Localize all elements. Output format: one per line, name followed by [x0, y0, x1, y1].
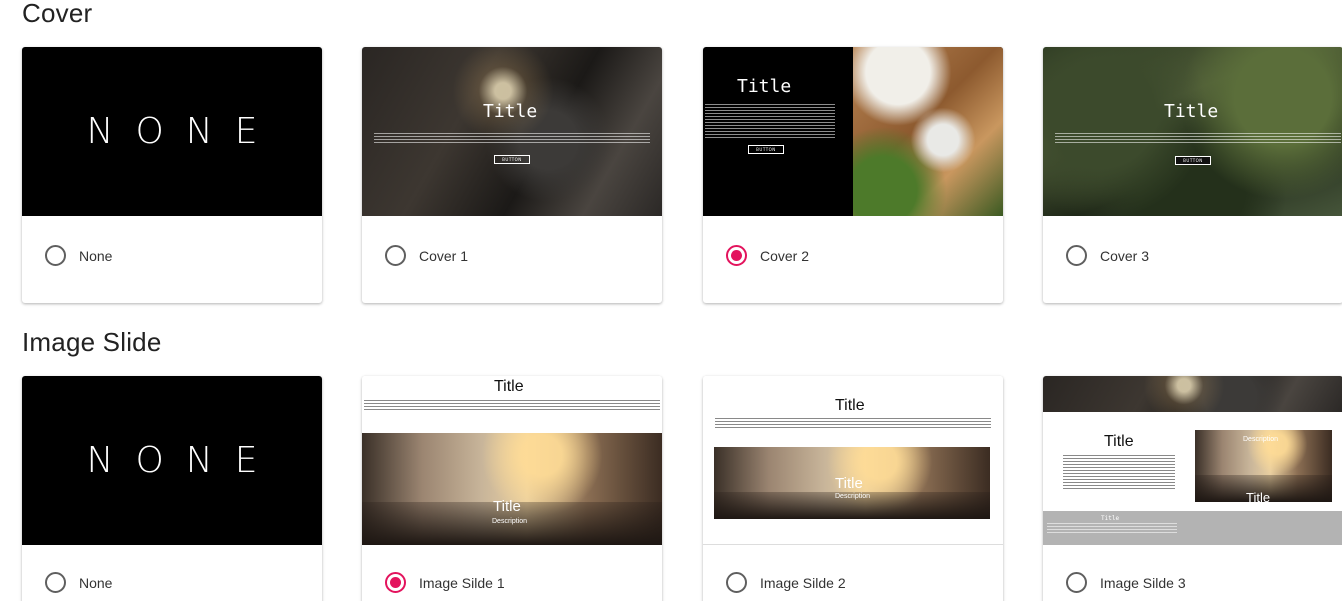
radio-button[interactable] [726, 245, 747, 266]
thumbnail-button: BUTTON [748, 145, 784, 154]
thumbnail-photo [853, 47, 1003, 216]
thumbnail-description: Description [492, 518, 528, 525]
thumbnail-button: BUTTON [494, 155, 530, 164]
thumbnail-description: Description [1243, 436, 1279, 443]
option-label: Cover 1 [419, 247, 469, 264]
radio-button[interactable] [1066, 245, 1087, 266]
thumbnail-title: Title [483, 101, 538, 122]
thumbnail: Title BUTTON [362, 47, 662, 216]
radio-button[interactable] [45, 572, 66, 593]
thumbnail-body-text [715, 418, 991, 429]
option-label: None [79, 247, 113, 264]
section-title-image-slide: Image Slide [22, 327, 162, 357]
radio-button[interactable] [1066, 572, 1087, 593]
radio-button[interactable] [385, 572, 406, 593]
radio-button[interactable] [726, 572, 747, 593]
thumbnail-footer-title: Title [1101, 515, 1120, 522]
thumbnail-title: Title [1164, 101, 1219, 122]
slide-option-none[interactable]: NONE None [22, 376, 322, 601]
thumbnail-inner-title: Title [493, 498, 521, 515]
thumbnail-photo [362, 433, 662, 545]
thumbnail-inner-title: Title [835, 475, 863, 492]
thumbnail-title: Title [494, 378, 524, 395]
cover-option-2[interactable]: Title BUTTON Cover 2 [703, 47, 1003, 303]
cover-option-3[interactable]: Title BUTTON Cover 3 [1043, 47, 1342, 303]
option-label: Image Silde 3 [1100, 574, 1186, 591]
thumbnail-none-text: NONE [86, 440, 280, 481]
thumbnail-body-text [1055, 133, 1341, 145]
option-label: Cover 2 [760, 247, 810, 264]
thumbnail-footer: Title [1043, 511, 1342, 545]
thumbnail-footer-text [1047, 523, 1177, 533]
radio-button[interactable] [385, 245, 406, 266]
thumbnail-body-text [374, 133, 650, 145]
thumbnail-header-photo [1043, 376, 1342, 412]
thumbnail-body-text [1063, 455, 1175, 489]
slide-option-1[interactable]: Title Title Description Image Silde 1 [362, 376, 662, 601]
thumbnail-title: Title [1104, 433, 1134, 450]
thumbnail-description: Description [835, 493, 871, 500]
thumbnail-title: Title [737, 76, 792, 97]
option-label: Image Silde 1 [419, 574, 505, 591]
option-label: Image Silde 2 [760, 574, 846, 591]
thumbnail-none-text: NONE [86, 111, 280, 152]
thumbnail-body-text [364, 400, 660, 411]
thumbnail-button: BUTTON [1175, 156, 1211, 165]
thumbnail: Title BUTTON [1043, 47, 1342, 216]
thumbnail: Title Description Title Title [1043, 376, 1342, 545]
thumbnail-title: Title [835, 397, 865, 414]
thumbnail: Title BUTTON [703, 47, 1003, 216]
cover-option-1[interactable]: Title BUTTON Cover 1 [362, 47, 662, 303]
slide-option-2[interactable]: Title Title Description Image Silde 2 [703, 376, 1003, 601]
slide-option-3[interactable]: Title Description Title Title Image Sild… [1043, 376, 1342, 601]
cover-option-none[interactable]: NONE None [22, 47, 322, 303]
thumbnail: NONE [22, 47, 322, 216]
section-title-cover: Cover [22, 0, 93, 28]
option-label: Cover 3 [1100, 247, 1150, 264]
option-label: None [79, 574, 113, 591]
thumbnail: NONE [22, 376, 322, 545]
radio-button[interactable] [45, 245, 66, 266]
thumbnail: Title Title Description [362, 376, 662, 545]
thumbnail-inner-title: Title [1246, 490, 1271, 505]
thumbnail-body-text [705, 104, 835, 140]
thumbnail: Title Title Description [703, 376, 1003, 545]
